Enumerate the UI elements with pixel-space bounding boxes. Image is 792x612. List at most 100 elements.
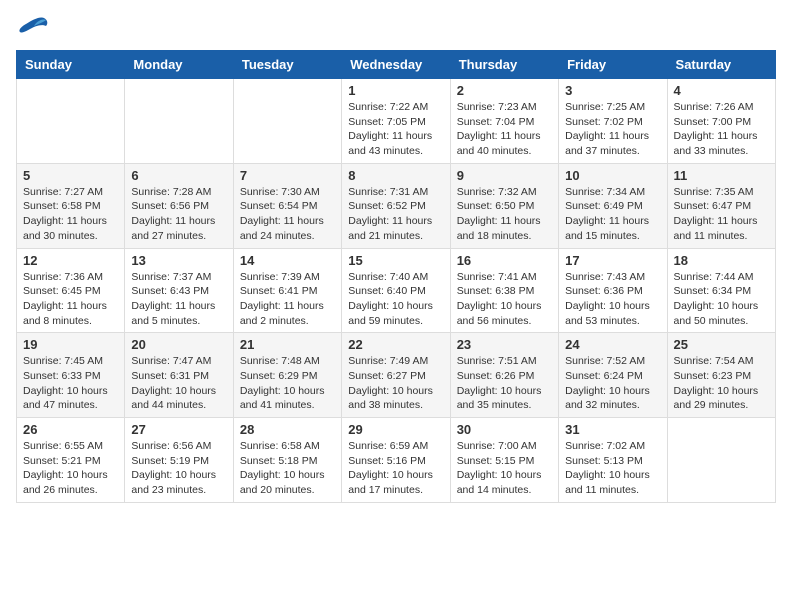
- day-info: Sunrise: 7:47 AM Sunset: 6:31 PM Dayligh…: [131, 354, 226, 413]
- calendar-cell: 5Sunrise: 7:27 AM Sunset: 6:58 PM Daylig…: [17, 163, 125, 248]
- calendar-cell: 20 Sunrise: 7:47 AM Sunset: 6:31 PM Dayli…: [125, 333, 233, 418]
- weekday-header: Wednesday: [342, 51, 450, 79]
- calendar-cell: 3 Sunrise: 7:25 AM Sunset: 7:02 PM Daylig…: [559, 79, 667, 164]
- day-number: 31: [565, 422, 660, 437]
- calendar-cell: 15 Sunrise: 7:40 AM Sunset: 6:40 PM Dayli…: [342, 248, 450, 333]
- weekday-header: Friday: [559, 51, 667, 79]
- day-number: 7: [240, 168, 335, 183]
- day-number: 6: [131, 168, 226, 183]
- calendar-cell: 24 Sunrise: 7:52 AM Sunset: 6:24 PM Dayli…: [559, 333, 667, 418]
- calendar-cell: 26 Sunrise: 6:55 AM Sunset: 5:21 PM Dayli…: [17, 418, 125, 503]
- day-info: Sunrise: 6:59 AM Sunset: 5:16 PM Dayligh…: [348, 439, 443, 498]
- logo-bird-icon: [16, 16, 48, 38]
- calendar-cell: 6 Sunrise: 7:28 AM Sunset: 6:56 PM Daylig…: [125, 163, 233, 248]
- calendar-cell: 21 Sunrise: 7:48 AM Sunset: 6:29 PM Dayli…: [233, 333, 341, 418]
- page-header: [16, 16, 776, 38]
- day-info: Sunrise: 7:52 AM Sunset: 6:24 PM Dayligh…: [565, 354, 660, 413]
- day-info: Sunrise: 7:44 AM Sunset: 6:34 PM Dayligh…: [674, 270, 769, 329]
- calendar-cell: 31 Sunrise: 7:02 AM Sunset: 5:13 PM Dayli…: [559, 418, 667, 503]
- day-number: 22: [348, 337, 443, 352]
- calendar-cell: 22 Sunrise: 7:49 AM Sunset: 6:27 PM Dayli…: [342, 333, 450, 418]
- day-number: 4: [674, 83, 769, 98]
- calendar-cell: [17, 79, 125, 164]
- calendar-cell: [667, 418, 775, 503]
- calendar-week-row: 12 Sunrise: 7:36 AM Sunset: 6:45 PM Dayli…: [17, 248, 776, 333]
- day-number: 9: [457, 168, 552, 183]
- calendar-cell: 9Sunrise: 7:32 AM Sunset: 6:50 PM Daylig…: [450, 163, 558, 248]
- day-info: Sunrise: 7:54 AM Sunset: 6:23 PM Dayligh…: [674, 354, 769, 413]
- day-info: Sunrise: 7:49 AM Sunset: 6:27 PM Dayligh…: [348, 354, 443, 413]
- weekday-header: Monday: [125, 51, 233, 79]
- calendar-week-row: 26 Sunrise: 6:55 AM Sunset: 5:21 PM Dayli…: [17, 418, 776, 503]
- day-number: 17: [565, 253, 660, 268]
- day-number: 14: [240, 253, 335, 268]
- calendar-cell: 25 Sunrise: 7:54 AM Sunset: 6:23 PM Dayli…: [667, 333, 775, 418]
- calendar-cell: 4 Sunrise: 7:26 AM Sunset: 7:00 PM Daylig…: [667, 79, 775, 164]
- calendar-cell: 30 Sunrise: 7:00 AM Sunset: 5:15 PM Dayli…: [450, 418, 558, 503]
- day-number: 3: [565, 83, 660, 98]
- day-number: 21: [240, 337, 335, 352]
- day-number: 28: [240, 422, 335, 437]
- calendar-cell: 18 Sunrise: 7:44 AM Sunset: 6:34 PM Dayli…: [667, 248, 775, 333]
- calendar-cell: 14 Sunrise: 7:39 AM Sunset: 6:41 PM Dayli…: [233, 248, 341, 333]
- day-info: Sunrise: 7:43 AM Sunset: 6:36 PM Dayligh…: [565, 270, 660, 329]
- calendar-cell: 28Sunrise: 6:58 AM Sunset: 5:18 PM Dayli…: [233, 418, 341, 503]
- calendar-cell: [233, 79, 341, 164]
- calendar-cell: 23Sunrise: 7:51 AM Sunset: 6:26 PM Dayli…: [450, 333, 558, 418]
- calendar-week-row: 5Sunrise: 7:27 AM Sunset: 6:58 PM Daylig…: [17, 163, 776, 248]
- day-info: Sunrise: 7:23 AM Sunset: 7:04 PM Dayligh…: [457, 100, 552, 159]
- day-number: 15: [348, 253, 443, 268]
- day-info: Sunrise: 7:00 AM Sunset: 5:15 PM Dayligh…: [457, 439, 552, 498]
- day-info: Sunrise: 7:28 AM Sunset: 6:56 PM Dayligh…: [131, 185, 226, 244]
- calendar-header-row: SundayMondayTuesdayWednesdayThursdayFrid…: [17, 51, 776, 79]
- day-info: Sunrise: 7:36 AM Sunset: 6:45 PM Dayligh…: [23, 270, 118, 329]
- day-number: 25: [674, 337, 769, 352]
- day-number: 2: [457, 83, 552, 98]
- day-number: 12: [23, 253, 118, 268]
- day-info: Sunrise: 7:40 AM Sunset: 6:40 PM Dayligh…: [348, 270, 443, 329]
- day-info: Sunrise: 7:02 AM Sunset: 5:13 PM Dayligh…: [565, 439, 660, 498]
- day-number: 10: [565, 168, 660, 183]
- day-info: Sunrise: 7:41 AM Sunset: 6:38 PM Dayligh…: [457, 270, 552, 329]
- day-number: 27: [131, 422, 226, 437]
- day-number: 20: [131, 337, 226, 352]
- day-number: 13: [131, 253, 226, 268]
- calendar-cell: 10 Sunrise: 7:34 AM Sunset: 6:49 PM Dayli…: [559, 163, 667, 248]
- calendar-cell: 12 Sunrise: 7:36 AM Sunset: 6:45 PM Dayli…: [17, 248, 125, 333]
- day-number: 8: [348, 168, 443, 183]
- day-info: Sunrise: 7:34 AM Sunset: 6:49 PM Dayligh…: [565, 185, 660, 244]
- day-number: 30: [457, 422, 552, 437]
- day-info: Sunrise: 7:31 AM Sunset: 6:52 PM Dayligh…: [348, 185, 443, 244]
- day-info: Sunrise: 6:56 AM Sunset: 5:19 PM Dayligh…: [131, 439, 226, 498]
- calendar-week-row: 1 Sunrise: 7:22 AM Sunset: 7:05 PM Daylig…: [17, 79, 776, 164]
- day-info: Sunrise: 6:55 AM Sunset: 5:21 PM Dayligh…: [23, 439, 118, 498]
- day-info: Sunrise: 7:39 AM Sunset: 6:41 PM Dayligh…: [240, 270, 335, 329]
- day-number: 16: [457, 253, 552, 268]
- day-info: Sunrise: 7:22 AM Sunset: 7:05 PM Dayligh…: [348, 100, 443, 159]
- calendar-week-row: 19 Sunrise: 7:45 AM Sunset: 6:33 PM Dayli…: [17, 333, 776, 418]
- day-number: 5: [23, 168, 118, 183]
- calendar-cell: 29 Sunrise: 6:59 AM Sunset: 5:16 PM Dayli…: [342, 418, 450, 503]
- day-number: 29: [348, 422, 443, 437]
- day-info: Sunrise: 7:48 AM Sunset: 6:29 PM Dayligh…: [240, 354, 335, 413]
- day-info: Sunrise: 7:26 AM Sunset: 7:00 PM Dayligh…: [674, 100, 769, 159]
- day-number: 23: [457, 337, 552, 352]
- day-number: 19: [23, 337, 118, 352]
- calendar-cell: [125, 79, 233, 164]
- day-number: 1: [348, 83, 443, 98]
- day-number: 24: [565, 337, 660, 352]
- day-info: Sunrise: 7:25 AM Sunset: 7:02 PM Dayligh…: [565, 100, 660, 159]
- calendar-cell: 7Sunrise: 7:30 AM Sunset: 6:54 PM Daylig…: [233, 163, 341, 248]
- weekday-header: Tuesday: [233, 51, 341, 79]
- day-number: 26: [23, 422, 118, 437]
- day-info: Sunrise: 7:45 AM Sunset: 6:33 PM Dayligh…: [23, 354, 118, 413]
- weekday-header: Sunday: [17, 51, 125, 79]
- weekday-header: Thursday: [450, 51, 558, 79]
- day-number: 18: [674, 253, 769, 268]
- day-info: Sunrise: 7:35 AM Sunset: 6:47 PM Dayligh…: [674, 185, 769, 244]
- calendar-cell: 2 Sunrise: 7:23 AM Sunset: 7:04 PM Daylig…: [450, 79, 558, 164]
- calendar-cell: 8 Sunrise: 7:31 AM Sunset: 6:52 PM Daylig…: [342, 163, 450, 248]
- calendar-cell: 19 Sunrise: 7:45 AM Sunset: 6:33 PM Dayli…: [17, 333, 125, 418]
- calendar-cell: 17 Sunrise: 7:43 AM Sunset: 6:36 PM Dayli…: [559, 248, 667, 333]
- logo: [16, 16, 52, 38]
